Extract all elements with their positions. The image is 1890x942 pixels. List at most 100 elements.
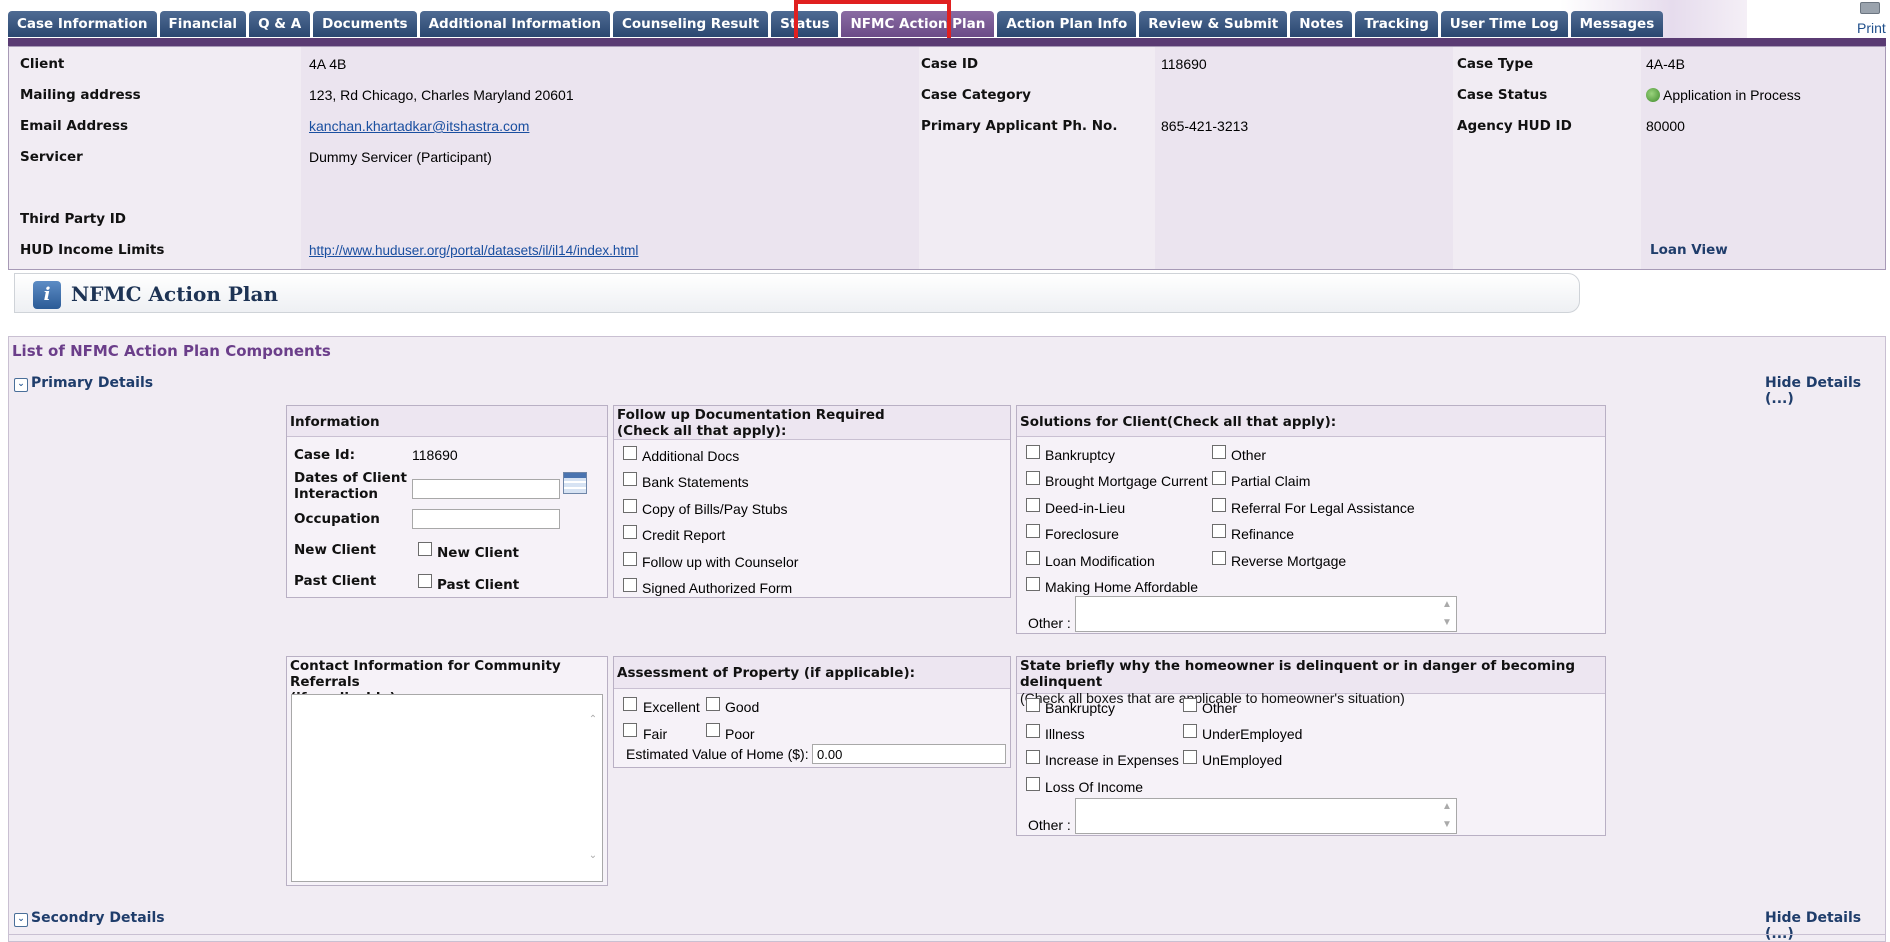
agency-hud-label: Agency HUD ID <box>1457 118 1572 134</box>
email-link[interactable]: kanchan.khartadkar@itshastra.com <box>309 111 529 142</box>
delinquency-other-textarea[interactable]: ▲ ▼ <box>1075 798 1457 834</box>
solution-making-home-affordable-checkbox[interactable] <box>1026 577 1040 591</box>
good-checkbox[interactable] <box>706 697 720 711</box>
followup-credit-report-label: Credit Report <box>642 527 726 544</box>
hud-income-label: HUD Income Limits <box>20 242 165 258</box>
dates-of-interaction-input[interactable] <box>412 479 560 499</box>
solution-partial-claim-right-checkbox[interactable] <box>1212 471 1226 486</box>
tab-tracking[interactable]: Tracking <box>1355 11 1438 37</box>
case-info-row: Client 4A 4B Case ID 118690 Case Type 4A… <box>9 49 1885 80</box>
reason-increase-in-expenses-checkbox[interactable] <box>1026 750 1040 765</box>
tab-case-information[interactable]: Case Information <box>8 11 157 37</box>
client-label: Client <box>20 56 65 72</box>
excellent-checkbox[interactable] <box>623 697 637 711</box>
solution-deed-in-lieu-checkbox[interactable] <box>1026 497 1040 512</box>
list-title: List of NFMC Action Plan Components <box>12 342 331 360</box>
tab-status[interactable]: Status <box>771 11 839 37</box>
primary-details-toggle[interactable]: ⌄ Primary Details <box>14 375 153 392</box>
print-button[interactable]: Print <box>1852 0 1888 38</box>
solution-reverse-mortgage-right-label: Reverse Mortgage <box>1231 552 1347 569</box>
tab-nfmc-action-plan[interactable]: NFMC Action Plan <box>841 11 995 37</box>
secondary-details-label: Secondry Details <box>31 910 165 926</box>
followup-credit-report-checkbox[interactable] <box>623 525 637 540</box>
hide-details-link[interactable]: Hide Details (...) <box>1765 910 1890 942</box>
tab-additional-information[interactable]: Additional Information <box>419 11 610 37</box>
scroll-up-icon[interactable]: ⌃ <box>587 715 599 725</box>
expand-collapse-icon: ⌄ <box>14 913 28 927</box>
tab-q-a[interactable]: Q & A <box>249 11 311 37</box>
tab-notes[interactable]: Notes <box>1290 11 1353 37</box>
hud-income-link[interactable]: http://www.huduser.org/portal/datasets/i… <box>309 235 638 266</box>
solutions-other-textarea[interactable]: ▲ ▼ <box>1075 596 1457 632</box>
followup-documentation-box: Follow up Documentation Required (Check … <box>613 405 1011 598</box>
excellent-label: Excellent <box>643 699 700 715</box>
third-party-label: Third Party ID <box>20 211 126 227</box>
poor-label: Poor <box>725 726 755 742</box>
delinquency-other-label: Other : <box>1028 817 1071 833</box>
reason-loss-of-income-checkbox[interactable] <box>1026 776 1040 791</box>
solution-other-right-label: Other <box>1231 447 1267 463</box>
case-status-value: Application in Process <box>1646 80 1801 111</box>
reason-underemployed-right-checkbox[interactable] <box>1183 724 1197 739</box>
solution-brought-mortgage-current-checkbox[interactable] <box>1026 471 1040 486</box>
reason-bankruptcy-label: Bankruptcy <box>1045 700 1116 716</box>
occupation-input[interactable] <box>412 509 560 529</box>
scroll-down-icon[interactable]: ▼ <box>1441 820 1453 830</box>
contact-info-textarea[interactable]: ⌃ ⌄ <box>291 694 603 882</box>
solution-reverse-mortgage-right-checkbox[interactable] <box>1212 550 1226 565</box>
scroll-down-icon[interactable]: ⌄ <box>587 851 599 861</box>
new-client-checkbox[interactable] <box>418 542 432 556</box>
case-id-value: 118690 <box>1161 56 1207 72</box>
solution-other-right-checkbox[interactable] <box>1212 445 1226 459</box>
past-client-checkbox[interactable] <box>418 574 432 588</box>
tab-financial[interactable]: Financial <box>159 11 247 37</box>
scroll-up-icon[interactable]: ▲ <box>1441 802 1453 812</box>
hide-details-link[interactable]: Hide Details (...) <box>1765 375 1890 407</box>
reason-unemployed-right-checkbox[interactable] <box>1183 750 1197 765</box>
fair-checkbox[interactable] <box>623 723 637 737</box>
primary-phone-label: Primary Applicant Ph. No. <box>921 118 1118 134</box>
expand-collapse-icon: ⌄ <box>14 378 28 392</box>
contact-title-line1: Contact Information for Community Referr… <box>290 658 561 690</box>
loan-view-link[interactable]: Loan View <box>1650 235 1728 266</box>
solution-refinance-right-checkbox[interactable] <box>1212 524 1226 539</box>
tab-review-submit[interactable]: Review & Submit <box>1139 11 1288 37</box>
case-info-row: Email Address kanchan.khartadkar@itshast… <box>9 111 1885 142</box>
solution-referral-for-legal-assistance-right-label: Referral For Legal Assistance <box>1231 499 1415 516</box>
new-client-label: New Client <box>294 542 377 558</box>
reason-increase-in-expenses-label: Increase in Expenses <box>1045 752 1179 769</box>
reason-bankruptcy-checkbox[interactable] <box>1026 698 1040 712</box>
reason-illness-checkbox[interactable] <box>1026 724 1040 739</box>
solution-referral-for-legal-assistance-right-checkbox[interactable] <box>1212 497 1226 512</box>
followup-follow-up-with-counselor-checkbox[interactable] <box>623 551 637 566</box>
followup-copy-of-bills-pay-stubs-checkbox[interactable] <box>623 498 637 513</box>
scroll-down-icon[interactable]: ▼ <box>1441 618 1453 628</box>
tab-documents[interactable]: Documents <box>313 11 417 37</box>
secondary-details-toggle[interactable]: ⌄ Secondry Details <box>14 910 165 927</box>
solution-foreclosure-checkbox[interactable] <box>1026 524 1040 539</box>
dates-label: Dates of Client <box>294 470 407 486</box>
solution-bankruptcy-checkbox[interactable] <box>1026 445 1040 459</box>
case-type-value: 4A-4B <box>1646 56 1685 72</box>
solution-refinance-right-label: Refinance <box>1231 526 1295 543</box>
followup-follow-up-with-counselor-label: Follow up with Counselor <box>642 553 799 570</box>
primary-phone-value: 865-421-3213 <box>1161 118 1249 134</box>
tab-counseling-result[interactable]: Counseling Result <box>612 11 769 37</box>
poor-checkbox[interactable] <box>706 723 720 737</box>
tab-messages[interactable]: Messages <box>1570 11 1664 37</box>
followup-bank-statements-checkbox[interactable] <box>623 472 637 487</box>
case-status-label: Case Status <box>1457 87 1548 103</box>
scroll-up-icon[interactable]: ▲ <box>1441 600 1453 610</box>
tab-action-plan-info[interactable]: Action Plan Info <box>997 11 1137 37</box>
followup-title: Follow up Documentation Required (Check … <box>614 406 1010 440</box>
followup-signed-authorized-form-checkbox[interactable] <box>623 578 637 592</box>
case-id-label: Case ID <box>921 56 979 72</box>
reason-other-right-checkbox[interactable] <box>1183 698 1197 712</box>
past-client-label: Past Client <box>294 573 377 589</box>
estimated-value-input[interactable] <box>812 744 1006 764</box>
solution-loan-modification-checkbox[interactable] <box>1026 550 1040 565</box>
followup-title-line1: Follow up Documentation Required <box>617 407 885 423</box>
calendar-icon[interactable] <box>563 472 587 494</box>
tab-user-time-log[interactable]: User Time Log <box>1440 11 1568 37</box>
followup-additional-docs-checkbox[interactable] <box>623 446 637 460</box>
